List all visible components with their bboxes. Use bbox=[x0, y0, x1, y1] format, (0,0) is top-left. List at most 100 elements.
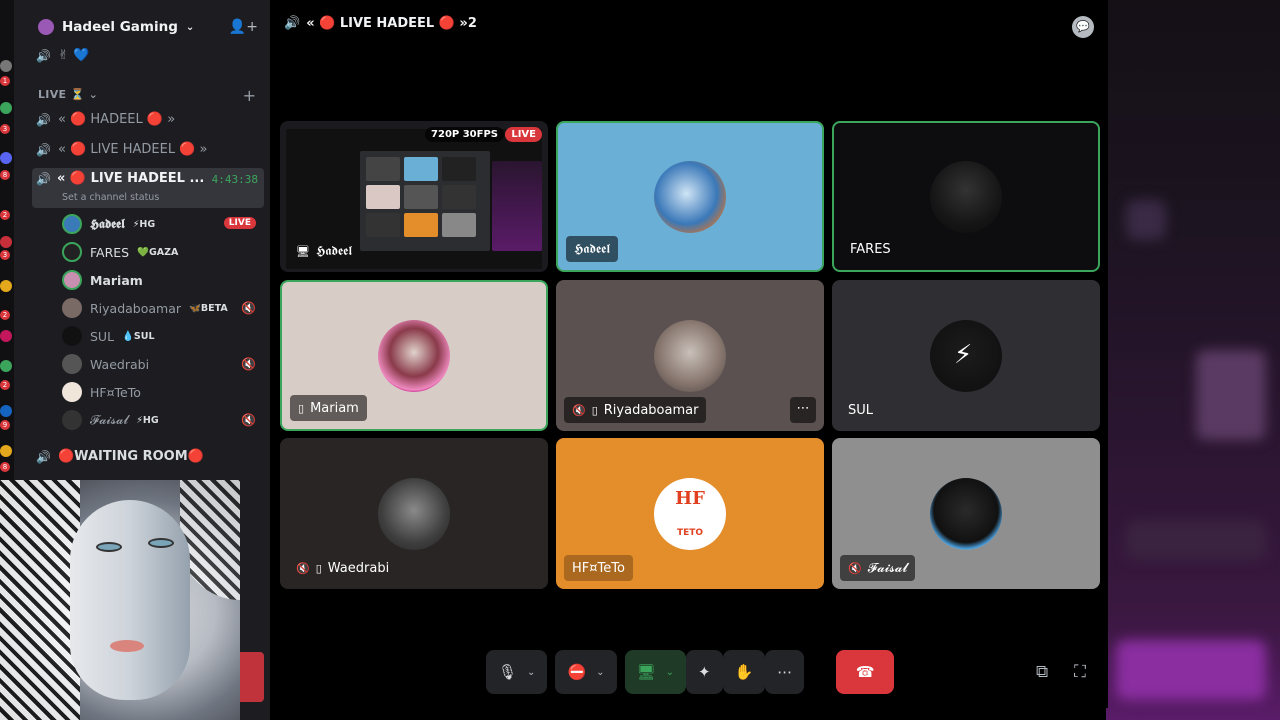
avatar bbox=[62, 354, 82, 374]
tile-name: Riyadaboamar bbox=[603, 402, 699, 418]
user-tag: 🦋BETA bbox=[189, 302, 228, 314]
deafened-icon: 🔇 bbox=[296, 561, 310, 575]
voice-channel-waiting-room[interactable]: 🔊 🔴WAITING ROOM🔴 bbox=[36, 449, 204, 464]
speaker-icon: 🔊 bbox=[284, 16, 301, 31]
settings-strip[interactable] bbox=[240, 652, 264, 702]
tile-label: SUL bbox=[840, 397, 881, 423]
participant-tile[interactable]: 𝕳𝖆𝖉𝖊𝖊𝖑 bbox=[556, 121, 824, 272]
mobile-icon: ▯ bbox=[298, 401, 305, 415]
deafened-icon: 🔇 bbox=[848, 561, 862, 575]
disconnect-button[interactable]: ☎ bbox=[836, 650, 895, 694]
voice-channel-live-hadeel[interactable]: 🔊 « 🔴 LIVE HADEEL 🔴 » bbox=[36, 142, 207, 157]
voice-user[interactable]: Riyadaboamar 🦋BETA bbox=[62, 297, 228, 319]
avatar bbox=[62, 298, 82, 318]
channel-label: « 🔴 LIVE HADEEL ... bbox=[56, 171, 205, 186]
server-header[interactable]: Hadeel Gaming ⌄ 👤+ bbox=[14, 0, 270, 54]
channel-status[interactable]: Set a channel status bbox=[62, 192, 159, 203]
chevron-down-icon[interactable]: ⌄ bbox=[596, 667, 604, 678]
user-tag: ⚡HG bbox=[132, 218, 156, 230]
avatar bbox=[654, 319, 726, 392]
avatar bbox=[930, 160, 1002, 233]
voice-channel-active[interactable]: 🔊 « 🔴 LIVE HADEEL ... 4:43:38 Set a chan… bbox=[32, 168, 264, 208]
avatar bbox=[62, 242, 82, 262]
background-blur bbox=[1106, 0, 1280, 720]
more-options-button[interactable]: ⋯ bbox=[790, 397, 816, 423]
voice-user[interactable]: 𝕳𝖆𝖉𝖊𝖊𝖑 ⚡HG bbox=[62, 213, 155, 235]
channel-label: 🔴WAITING ROOM🔴 bbox=[58, 449, 204, 464]
avatar bbox=[62, 326, 82, 346]
voice-user[interactable]: Mariam bbox=[62, 269, 143, 291]
avatar bbox=[930, 477, 1002, 550]
user-name: 𝓕𝓪𝓲𝓼𝓪𝓵 bbox=[90, 412, 129, 427]
mobile-icon: ▯ bbox=[591, 403, 598, 417]
chevron-down-icon[interactable]: ⌄ bbox=[527, 667, 535, 678]
avatar: ⚡ bbox=[930, 319, 1002, 392]
participant-tile[interactable]: 🔇 𝓕𝓪𝓲𝓼𝓪𝓵 bbox=[832, 438, 1100, 589]
microphone-button[interactable]: 🎙 ⌄ bbox=[486, 650, 548, 694]
chat-icon[interactable]: 💬 bbox=[1072, 16, 1094, 38]
screen-share-button[interactable]: 🖥 ⌄ bbox=[624, 650, 686, 694]
activities-button[interactable]: ✦ bbox=[685, 650, 723, 694]
tile-name: 𝕳𝖆𝖉𝖊𝖊𝖑 bbox=[315, 243, 353, 259]
channel-label: ✌ 💙 bbox=[58, 48, 90, 63]
user-tag: 💚GAZA bbox=[137, 246, 179, 258]
mobile-icon: ▯ bbox=[315, 561, 322, 575]
voice-user[interactable]: SUL 💧SUL bbox=[62, 325, 155, 347]
tile-label: FARES bbox=[842, 236, 899, 262]
avatar bbox=[62, 382, 82, 402]
chevron-down-icon[interactable]: ⌄ bbox=[666, 667, 674, 678]
camera-button[interactable]: ⛔ ⌄ bbox=[555, 650, 617, 694]
fullscreen-icon[interactable]: ⛶ bbox=[1074, 662, 1086, 682]
tile-label: 🖥 𝕳𝖆𝖉𝖊𝖊𝖑 bbox=[288, 238, 360, 264]
call-controls: 🎙 ⌄ ⛔ ⌄ 🖥 ⌄ ✦ ✋ ⋯ ☎ bbox=[486, 650, 895, 694]
webcam-overlay bbox=[0, 480, 240, 720]
avatar bbox=[62, 214, 82, 234]
tile-label: 🔇 ▯ Waedrabi bbox=[288, 555, 397, 581]
channel-label: « 🔴 HADEEL 🔴 » bbox=[58, 112, 176, 127]
screen-share-icon: 🖥 bbox=[636, 663, 656, 681]
participant-tile[interactable]: ⚡ SUL bbox=[832, 280, 1100, 431]
participant-tile[interactable]: HF TETO HF¤TeTo bbox=[556, 438, 824, 589]
avatar bbox=[654, 160, 726, 233]
tile-name: HF¤TeTo bbox=[572, 560, 625, 576]
tile-name: SUL bbox=[848, 402, 874, 418]
participant-tile[interactable]: ▯ Mariam bbox=[280, 280, 548, 431]
more-options-button[interactable]: ⋯ bbox=[765, 650, 805, 694]
tile-name: FARES bbox=[850, 241, 891, 257]
tile-label: 🔇 𝓕𝓪𝓲𝓼𝓪𝓵 bbox=[840, 555, 916, 581]
live-badge: LIVE bbox=[505, 127, 542, 142]
add-channel-icon[interactable]: + bbox=[243, 86, 256, 105]
chevron-down-icon: ⌄ bbox=[185, 21, 195, 33]
category-live[interactable]: LIVE ⏳ ⌄ bbox=[38, 88, 98, 101]
user-name: FARES bbox=[90, 244, 130, 260]
user-tag: ⚡HG bbox=[136, 414, 159, 426]
activities-icon: ✦ bbox=[697, 663, 711, 681]
server-logo-icon bbox=[38, 19, 54, 35]
participant-tile[interactable]: FARES bbox=[832, 121, 1100, 272]
category-label: LIVE ⏳ bbox=[38, 88, 85, 101]
participant-tile[interactable]: 🔇 ▯ Riyadaboamar ⋯ bbox=[556, 280, 824, 431]
deafened-icon: 🔇 bbox=[572, 403, 586, 417]
screen-share-icon: 🖥 bbox=[296, 244, 310, 258]
voice-channel-hadeel[interactable]: 🔊 « 🔴 HADEEL 🔴 » bbox=[36, 112, 175, 127]
stream-tile[interactable]: 720P 30FPS LIVE 🖥 𝕳𝖆𝖉𝖊𝖊𝖑 bbox=[280, 121, 548, 272]
soundboard-button[interactable]: ✋ bbox=[722, 650, 766, 694]
hang-up-icon: ☎ bbox=[855, 663, 875, 681]
add-member-icon[interactable]: 👤+ bbox=[229, 19, 258, 35]
avatar bbox=[378, 477, 450, 550]
voice-channel-top[interactable]: 🔊 ✌ 💙 bbox=[36, 48, 89, 63]
pop-out-icon[interactable]: ⧉ bbox=[1036, 662, 1048, 682]
tile-name: 𝓕𝓪𝓲𝓼𝓪𝓵 bbox=[867, 560, 908, 576]
user-name: Waedrabi bbox=[90, 356, 150, 372]
call-stage: 🔊 « 🔴 LIVE HADEEL 🔴 »2 💬 720P 30FPS LIVE… bbox=[270, 0, 1108, 708]
voice-user[interactable]: HF¤TeTo bbox=[62, 381, 141, 403]
voice-user[interactable]: FARES 💚GAZA bbox=[62, 241, 178, 263]
avatar bbox=[62, 270, 82, 290]
more-icon: ⋯ bbox=[777, 663, 793, 681]
server-name: Hadeel Gaming bbox=[62, 19, 178, 35]
speaker-icon: 🔊 bbox=[36, 142, 51, 157]
speaker-icon: 🔊 bbox=[36, 449, 51, 464]
voice-user[interactable]: 𝓕𝓪𝓲𝓼𝓪𝓵 ⚡HG bbox=[62, 409, 159, 431]
voice-user[interactable]: Waedrabi bbox=[62, 353, 149, 375]
participant-tile[interactable]: 🔇 ▯ Waedrabi bbox=[280, 438, 548, 589]
